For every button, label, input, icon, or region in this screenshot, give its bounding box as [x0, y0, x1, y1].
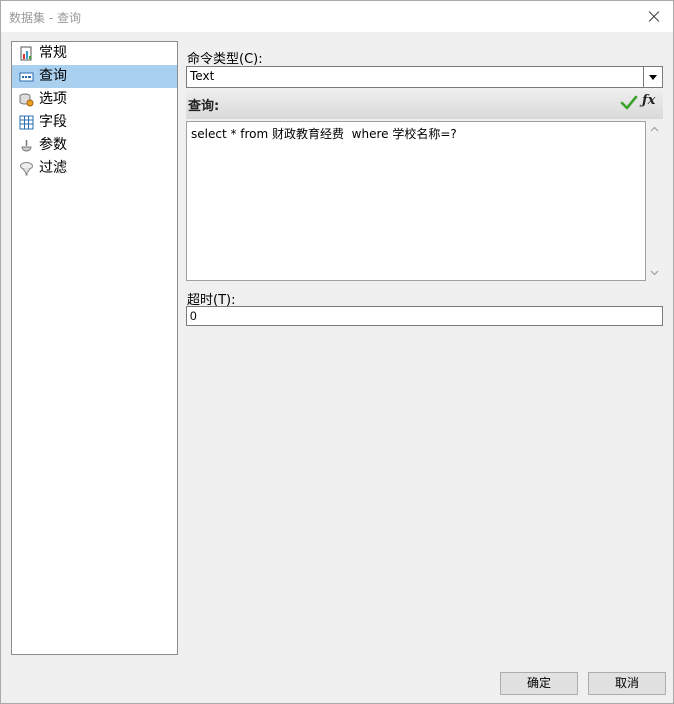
window-title: 数据集 - 查询 — [9, 11, 81, 25]
sidebar-item-label: 查询 — [39, 68, 67, 84]
sidebar-item-label: 参数 — [39, 137, 67, 153]
options-icon — [19, 93, 34, 107]
check-icon[interactable] — [620, 94, 638, 112]
sidebar-item-label: 字段 — [39, 114, 67, 130]
timeout-input[interactable] — [186, 306, 663, 326]
sidebar-item-label: 常规 — [39, 45, 67, 61]
command-type-select[interactable]: Text — [186, 66, 663, 88]
query-scrollbar[interactable] — [646, 121, 663, 281]
title-bar: 数据集 - 查询 — [1, 1, 673, 32]
command-type-label: 命令类型(C): — [187, 52, 263, 67]
cancel-button[interactable]: 取消 — [588, 672, 666, 695]
scroll-down-icon[interactable] — [650, 268, 659, 277]
sidebar-item-options[interactable]: 选项 — [12, 88, 177, 111]
dropdown-arrow-icon[interactable] — [643, 67, 662, 87]
sidebar-item-query[interactable]: 查询 — [12, 65, 177, 88]
query-label: 查询: — [188, 99, 220, 114]
general-icon — [20, 46, 32, 61]
sidebar-item-label: 过滤 — [39, 160, 67, 176]
sidebar-nav: 常规 查询 选项 字段 参数 过滤 — [11, 41, 178, 655]
dataset-dialog: 数据集 - 查询 常规 查询 选项 字段 参数 过滤 命令类型(C): Text… — [0, 0, 674, 704]
close-button[interactable] — [633, 1, 673, 32]
fx-icon[interactable]: ƒx — [642, 93, 660, 113]
command-type-value: Text — [190, 69, 215, 83]
query-textarea[interactable]: select * from 财政教育经费 where 学校名称=? — [186, 121, 646, 281]
fields-icon — [19, 115, 34, 130]
sidebar-item-label: 选项 — [39, 91, 67, 107]
filter-icon — [20, 162, 33, 176]
scroll-up-icon[interactable] — [650, 125, 659, 134]
parameters-icon — [21, 140, 32, 152]
ok-button[interactable]: 确定 — [500, 672, 578, 695]
sidebar-item-filter[interactable]: 过滤 — [12, 157, 177, 180]
sidebar-item-general[interactable]: 常规 — [12, 42, 177, 65]
query-header: 查询: ƒx — [186, 90, 663, 119]
sidebar-item-parameters[interactable]: 参数 — [12, 134, 177, 157]
query-icon — [19, 72, 34, 82]
sidebar-item-fields[interactable]: 字段 — [12, 111, 177, 134]
